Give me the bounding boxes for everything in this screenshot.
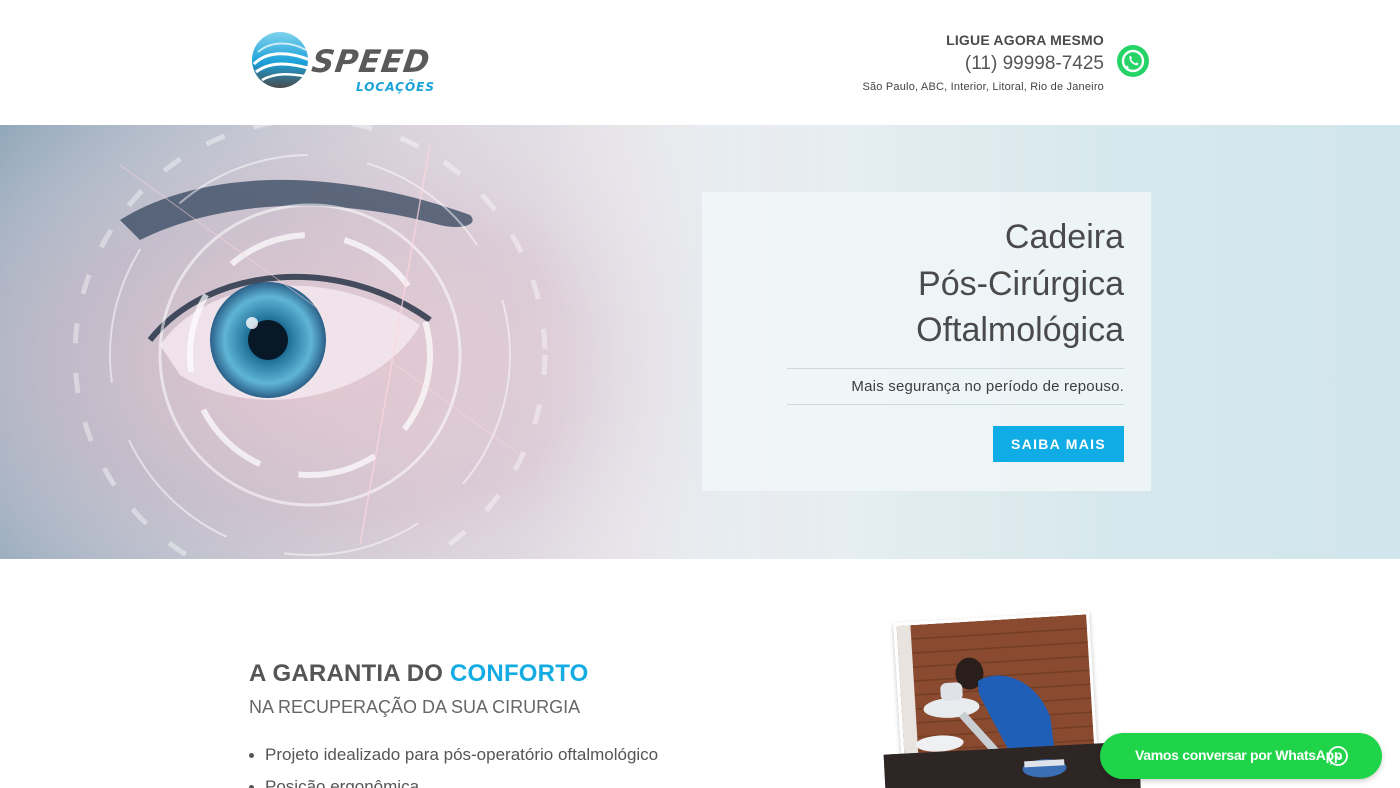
call-now-label: LIGUE AGORA MESMO: [946, 32, 1104, 48]
whatsapp-icon: [1328, 746, 1348, 766]
logo-subtitle: LOCAÇÕES: [356, 80, 435, 94]
hero-title-line: Pós-Cirúrgica: [918, 264, 1124, 303]
header-contact: LIGUE AGORA MESMO (11) 99998-7425 São Pa…: [862, 32, 1104, 93]
saiba-mais-button[interactable]: SAIBA MAIS: [993, 426, 1124, 462]
hero-banner: Cadeira Pós-Cirúrgica Oftalmológica Mais…: [0, 125, 1400, 559]
hero-title: Cadeira Pós-Cirúrgica Oftalmológica: [916, 214, 1124, 354]
section-title-accent: CONFORTO: [450, 660, 589, 687]
feature-list: Projeto idealizado para pós-operatório o…: [249, 739, 658, 788]
section-title: A GARANTIA DO CONFORTO: [249, 660, 589, 688]
service-regions: São Paulo, ABC, Interior, Litoral, Rio d…: [862, 81, 1104, 93]
phone-number[interactable]: (11) 99998-7425: [862, 53, 1104, 75]
feature-item: Projeto idealizado para pós-operatório o…: [249, 739, 658, 771]
hero-divider-bottom: [787, 404, 1124, 405]
speed-locacoes-logo[interactable]: SPEED LOCAÇÕES: [250, 28, 450, 98]
whatsapp-icon[interactable]: [1116, 44, 1150, 78]
hero-card: Cadeira Pós-Cirúrgica Oftalmológica Mais…: [702, 192, 1151, 491]
eye-hologram-image: [0, 125, 760, 559]
whatsapp-chat-label: Vamos conversar por WhatsApp: [1135, 747, 1343, 763]
hero-divider-top: [787, 368, 1124, 369]
hero-title-line: Oftalmológica: [916, 311, 1124, 349]
section-title-prefix: A GARANTIA DO: [249, 660, 451, 687]
site-header: SPEED LOCAÇÕES LIGUE AGORA MESMO (11) 99…: [0, 0, 1400, 125]
whatsapp-chat-button[interactable]: Vamos conversar por WhatsApp: [1100, 733, 1382, 779]
hero-subtitle: Mais segurança no período de repouso.: [851, 378, 1124, 395]
feature-item: Posição ergonômica: [249, 771, 658, 788]
page: SPEED LOCAÇÕES LIGUE AGORA MESMO (11) 99…: [0, 0, 1400, 788]
hero-title-line: Cadeira: [1004, 218, 1124, 256]
section-subtitle: NA RECUPERAÇÃO DA SUA CIRURGIA: [249, 697, 581, 717]
logo-wordmark: SPEED: [309, 44, 433, 80]
logo-swirl-icon: [252, 32, 311, 88]
